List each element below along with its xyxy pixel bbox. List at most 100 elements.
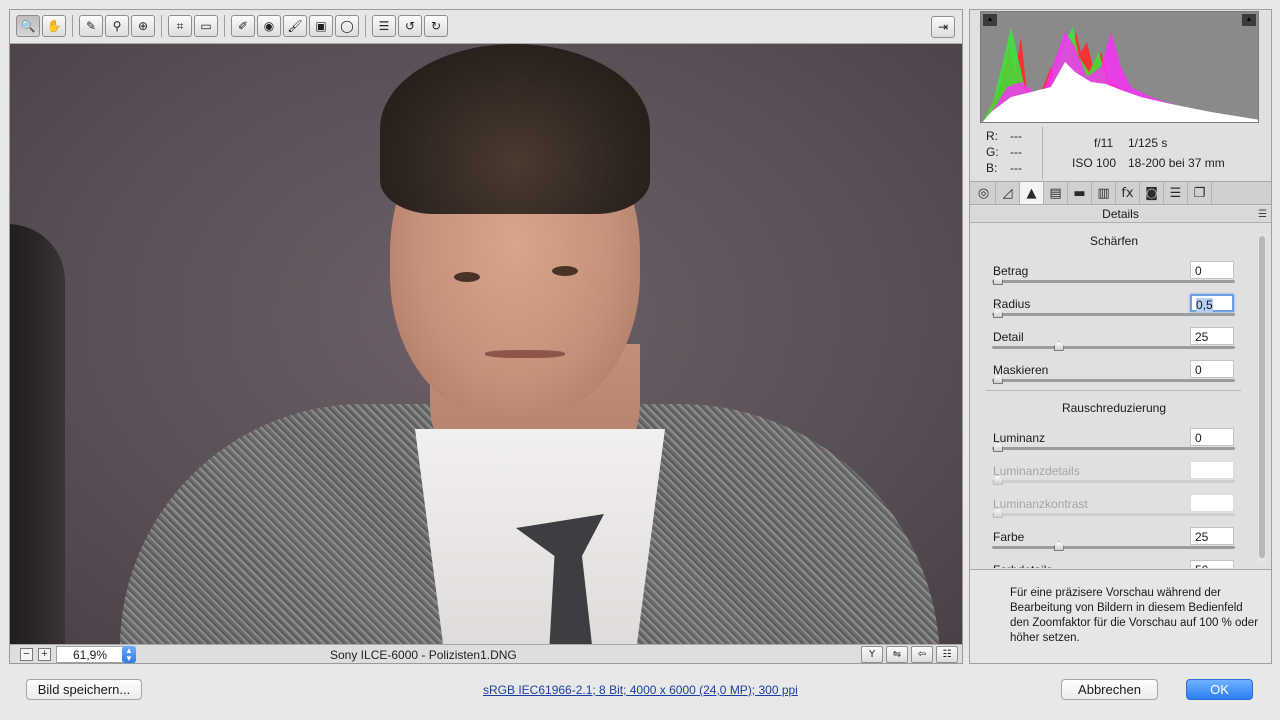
toolbar-separator [365, 15, 366, 37]
tone-curve-icon: ◿ [1002, 185, 1013, 201]
toolbar-separator [224, 15, 225, 37]
r-readout: R: --- [986, 129, 1022, 143]
farbe-label: Farbe [993, 530, 1025, 544]
status-bar: − + 61,9% ▲ ▼ Sony ILCE-6000 - Polizisten… [10, 644, 962, 663]
hsl-icon: ▤ [1049, 185, 1062, 201]
radius-slider[interactable] [992, 308, 1235, 318]
magnifier-icon: 🔍 [20, 19, 36, 33]
rotate-ccw-icon: ↺ [404, 19, 416, 33]
save-image-button[interactable]: Bild speichern... [26, 679, 142, 700]
tab-effects[interactable]: fx [1116, 182, 1140, 204]
detail-value: 25 [1195, 330, 1209, 344]
shadow-clipping-icon[interactable]: ▲ [983, 14, 997, 26]
crop-tool[interactable]: ⌗ [168, 15, 192, 37]
radius-value: 0,5 [1196, 298, 1213, 312]
luminanz-label: Luminanz [993, 431, 1046, 445]
zoom-tool[interactable]: 🔍 [16, 15, 40, 37]
panel-tabs: ◎ ◿ ▲ ▤ ▬ ▥ fx ◙ ☰ ❐ [970, 181, 1271, 205]
straighten-tool[interactable]: ▭ [194, 15, 218, 37]
lens-value: 18-200 bei 37 mm [1128, 156, 1225, 170]
aperture-value: f/11 [1094, 136, 1114, 150]
zoom-in-button[interactable]: + [38, 648, 51, 661]
maskieren-label: Maskieren [993, 363, 1049, 377]
swap-icon: ⇦ [917, 649, 927, 660]
zoom-hint-text: Für eine präzisere Vorschau während der … [970, 569, 1271, 663]
luminanzkontrast-slider [992, 508, 1235, 518]
farbe-slider-thumb[interactable] [1053, 541, 1064, 551]
crop-icon: ⌗ [176, 18, 184, 33]
maskieren-value-field[interactable]: 0 [1190, 360, 1234, 378]
white-balance-tool[interactable]: ✎ [79, 15, 103, 37]
farbe-slider[interactable] [992, 541, 1235, 551]
tab-tone-curve[interactable]: ◿ [996, 182, 1020, 204]
tab-camera-calibration[interactable]: ◙ [1140, 182, 1164, 204]
detail-slider[interactable] [992, 341, 1235, 351]
preview-settings-button[interactable]: ☷ [936, 646, 958, 663]
status-tools: Y ⇋ ⇦ ☷ [861, 646, 958, 663]
hand-tool[interactable]: ✋ [42, 15, 66, 37]
noise-reduction-title: Rauschreduzierung [1061, 401, 1167, 415]
tab-lens-corrections[interactable]: ▥ [1092, 182, 1116, 204]
image-preview[interactable] [10, 44, 962, 644]
rotate-right-tool[interactable]: ↻ [424, 15, 448, 37]
shutter-value: 1/125 s [1128, 136, 1168, 150]
workflow-y-button[interactable]: Y [861, 646, 883, 663]
info-readout: R: --- G: --- B: --- f/11 1/125 s ISO 100 1… [970, 127, 1271, 181]
presets-icon: ☰ [1169, 185, 1182, 201]
panel-scrollbar[interactable] [1258, 234, 1266, 564]
camera-icon: ◙ [1145, 185, 1158, 201]
toolbar: 🔍 ✋ ✎ ⚲ ⊕ ⌗ ▭ ✐ ◉ 🖌 ▣ ◯ ☰ ↺ ↻ ⇥ [10, 10, 962, 44]
luminanzdetails-value-field [1190, 461, 1234, 479]
tab-snapshots[interactable]: ❐ [1188, 182, 1212, 204]
spot-removal-tool[interactable]: ✐ [231, 15, 255, 37]
split-toning-icon: ▬ [1073, 185, 1086, 201]
zoom-out-button[interactable]: − [20, 648, 33, 661]
adjustment-brush-tool[interactable]: 🖌 [283, 15, 307, 37]
fullscreen-toggle-icon: ⇥ [937, 20, 949, 34]
tab-split-toning[interactable]: ▬ [1068, 182, 1092, 204]
fullscreen-toggle-button[interactable]: ⇥ [931, 16, 955, 38]
betrag-slider[interactable] [992, 275, 1235, 285]
luminanz-value-field[interactable]: 0 [1190, 428, 1234, 446]
detail-value-field[interactable]: 25 [1190, 327, 1234, 345]
ok-button[interactable]: OK [1186, 679, 1253, 700]
tab-basic[interactable]: ◎ [972, 182, 996, 204]
left-eye [454, 272, 480, 282]
radial-filter-icon: ◯ [340, 19, 354, 33]
maskieren-slider[interactable] [992, 374, 1235, 384]
b-readout: B: --- [986, 161, 1022, 175]
preferences-tool[interactable]: ☰ [372, 15, 396, 37]
luminanz-slider[interactable] [992, 442, 1235, 452]
readout-divider [1042, 127, 1043, 179]
panel-menu-icon[interactable]: ☰ [1258, 206, 1267, 223]
graduated-filter-tool[interactable]: ▣ [309, 15, 333, 37]
farbdetails-label: Farbdetails [993, 563, 1052, 568]
tab-hsl[interactable]: ▤ [1044, 182, 1068, 204]
color-sampler-tool[interactable]: ⚲ [105, 15, 129, 37]
workflow-options-link[interactable]: sRGB IEC61966-2.1; 8 Bit; 4000 x 6000 (2… [483, 683, 798, 697]
scrollbar-thumb[interactable] [1259, 236, 1265, 558]
farbdetails-value-field[interactable]: 50 [1190, 560, 1234, 568]
tab-presets[interactable]: ☰ [1164, 182, 1188, 204]
swap-button[interactable]: ⇦ [911, 646, 933, 663]
zoom-stepper[interactable]: ▲ ▼ [122, 646, 136, 663]
radius-value-field[interactable]: 0,5 [1190, 294, 1234, 312]
detail-slider-thumb[interactable] [1053, 341, 1064, 351]
mouth [485, 350, 565, 358]
targeted-adjustment-tool[interactable]: ⊕ [131, 15, 155, 37]
eye-icon: ◉ [263, 19, 275, 33]
lens-icon: ▥ [1097, 185, 1110, 201]
sliders-icon: ☷ [942, 649, 952, 660]
rotate-left-tool[interactable]: ↺ [398, 15, 422, 37]
red-eye-tool[interactable]: ◉ [257, 15, 281, 37]
highlight-clipping-icon[interactable]: ▲ [1242, 14, 1256, 26]
compare-button[interactable]: ⇋ [886, 646, 908, 663]
farbe-value-field[interactable]: 25 [1190, 527, 1234, 545]
detail-label: Detail [993, 330, 1024, 344]
betrag-value-field[interactable]: 0 [1190, 261, 1234, 279]
zoom-level-field[interactable]: 61,9% [56, 646, 124, 663]
brush-icon: 🖌 [287, 19, 303, 33]
radial-filter-tool[interactable]: ◯ [335, 15, 359, 37]
cancel-button[interactable]: Abbrechen [1061, 679, 1158, 700]
tab-detail[interactable]: ▲ [1020, 182, 1044, 204]
